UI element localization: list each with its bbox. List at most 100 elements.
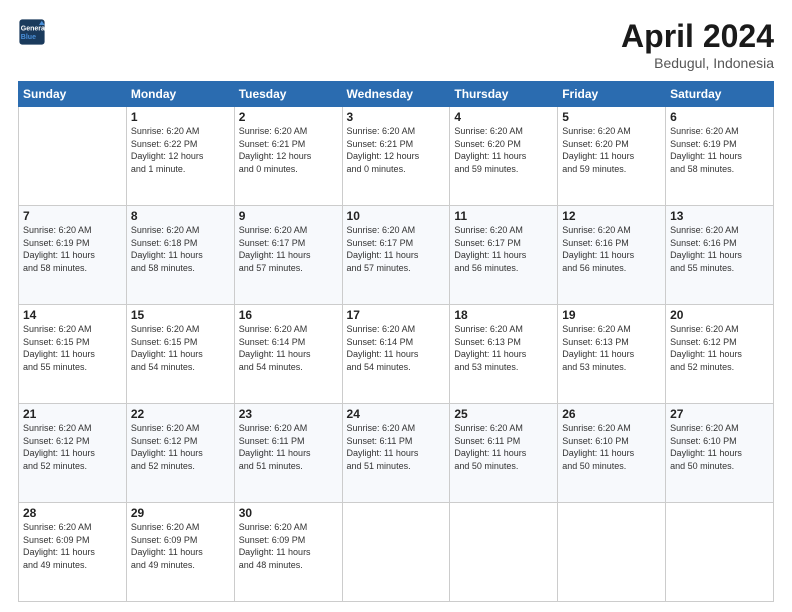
cell-info-line: Sunset: 6:21 PM [239, 139, 306, 149]
day-cell: 21Sunrise: 6:20 AMSunset: 6:12 PMDayligh… [19, 404, 127, 503]
cell-info-line: Daylight: 11 hours [347, 349, 419, 359]
cell-info: Sunrise: 6:20 AMSunset: 6:17 PMDaylight:… [239, 224, 338, 274]
cell-info-line: Daylight: 12 hours [347, 151, 420, 161]
cell-info-line: Daylight: 11 hours [23, 547, 95, 557]
day-cell: 6Sunrise: 6:20 AMSunset: 6:19 PMDaylight… [666, 107, 774, 206]
day-number: 29 [131, 506, 230, 520]
day-cell: 19Sunrise: 6:20 AMSunset: 6:13 PMDayligh… [558, 305, 666, 404]
day-number: 8 [131, 209, 230, 223]
day-number: 17 [347, 308, 446, 322]
cell-info-line: Daylight: 11 hours [131, 349, 203, 359]
day-number: 26 [562, 407, 661, 421]
cell-info: Sunrise: 6:20 AMSunset: 6:20 PMDaylight:… [562, 125, 661, 175]
cell-info-line: Sunrise: 6:20 AM [454, 423, 523, 433]
cell-info-line: Sunrise: 6:20 AM [670, 126, 739, 136]
week-row-1: 7Sunrise: 6:20 AMSunset: 6:19 PMDaylight… [19, 206, 774, 305]
cell-info-line: Daylight: 11 hours [454, 349, 526, 359]
cell-info-line: Daylight: 11 hours [347, 250, 419, 260]
header-row: SundayMondayTuesdayWednesdayThursdayFrid… [19, 82, 774, 107]
cell-info-line: Daylight: 11 hours [454, 250, 526, 260]
cell-info: Sunrise: 6:20 AMSunset: 6:20 PMDaylight:… [454, 125, 553, 175]
cell-info-line: and 50 minutes. [454, 461, 518, 471]
cell-info: Sunrise: 6:20 AMSunset: 6:09 PMDaylight:… [239, 521, 338, 571]
day-cell: 8Sunrise: 6:20 AMSunset: 6:18 PMDaylight… [126, 206, 234, 305]
day-cell: 26Sunrise: 6:20 AMSunset: 6:10 PMDayligh… [558, 404, 666, 503]
cell-info-line: Daylight: 11 hours [23, 448, 95, 458]
cell-info-line: Sunrise: 6:20 AM [131, 522, 200, 532]
cell-info-line: and 58 minutes. [670, 164, 734, 174]
cell-info-line: and 49 minutes. [23, 560, 87, 570]
cell-info: Sunrise: 6:20 AMSunset: 6:16 PMDaylight:… [670, 224, 769, 274]
cell-info-line: and 57 minutes. [239, 263, 303, 273]
day-cell: 18 Sunrise: 6:20 AM Sunset: 6:13 PM Dayligh… [450, 305, 558, 404]
cell-info-line: Daylight: 11 hours [131, 448, 203, 458]
cell-info-line: and 54 minutes. [239, 362, 303, 372]
cell-info-line: Sunset: 6:17 PM [239, 238, 306, 248]
cell-info-line: Daylight: 12 hours [131, 151, 204, 161]
cell-info-line: Sunset: 6:09 PM [131, 535, 198, 545]
header-cell-wednesday: Wednesday [342, 82, 450, 107]
day-number: 16 [239, 308, 338, 322]
cell-info-line: Daylight: 11 hours [23, 349, 95, 359]
header-cell-friday: Friday [558, 82, 666, 107]
day-cell: 28Sunrise: 6:20 AMSunset: 6:09 PMDayligh… [19, 503, 127, 602]
calendar: SundayMondayTuesdayWednesdayThursdayFrid… [18, 81, 774, 602]
day-number: 18 [454, 308, 553, 322]
day-number: 7 [23, 209, 122, 223]
cell-info-line: Sunset: 6:10 PM [562, 436, 629, 446]
cell-info-line: Daylight: 11 hours [131, 547, 203, 557]
cell-info-line: Sunrise: 6:20 AM [670, 324, 739, 334]
cell-info: Sunrise: 6:20 AMSunset: 6:21 PMDaylight:… [347, 125, 446, 175]
cell-info-line: Daylight: 12 hours [239, 151, 312, 161]
cell-info-line: Sunset: 6:14 PM [239, 337, 306, 347]
cell-info: Sunrise: 6:20 AMSunset: 6:15 PMDaylight:… [131, 323, 230, 373]
header: General Blue April 2024 Bedugul, Indones… [18, 18, 774, 71]
week-row-0: 1Sunrise: 6:20 AMSunset: 6:22 PMDaylight… [19, 107, 774, 206]
day-number: 30 [239, 506, 338, 520]
cell-info-line: Sunset: 6:21 PM [347, 139, 414, 149]
cell-info-line: Sunrise: 6:20 AM [562, 324, 631, 334]
day-number: 3 [347, 110, 446, 124]
cell-info-line: Sunrise: 6:20 AM [454, 324, 523, 334]
day-cell: 15Sunrise: 6:20 AMSunset: 6:15 PMDayligh… [126, 305, 234, 404]
cell-info-line: Daylight: 11 hours [23, 250, 95, 260]
cell-info-line: Sunrise: 6:20 AM [347, 324, 416, 334]
cell-info-line: Daylight: 11 hours [347, 448, 419, 458]
cell-info-line: Daylight: 11 hours [239, 547, 311, 557]
day-number: 4 [454, 110, 553, 124]
cell-info-line: and 48 minutes. [239, 560, 303, 570]
cell-info: Sunrise: 6:20 AMSunset: 6:10 PMDaylight:… [562, 422, 661, 472]
cell-info-line: Daylight: 11 hours [239, 349, 311, 359]
day-number: 15 [131, 308, 230, 322]
cell-info-line: Sunset: 6:13 PM [454, 337, 521, 347]
cell-info-line: and 0 minutes. [239, 164, 298, 174]
cell-info-line: Sunset: 6:15 PM [131, 337, 198, 347]
day-cell: 10Sunrise: 6:20 AMSunset: 6:17 PMDayligh… [342, 206, 450, 305]
cell-info-line: Sunrise: 6:20 AM [23, 225, 92, 235]
day-number: 13 [670, 209, 769, 223]
day-number: 21 [23, 407, 122, 421]
header-cell-thursday: Thursday [450, 82, 558, 107]
header-cell-tuesday: Tuesday [234, 82, 342, 107]
cell-info-line: Daylight: 11 hours [239, 448, 311, 458]
cell-info-line: and 59 minutes. [562, 164, 626, 174]
cell-info: Sunrise: 6:20 AMSunset: 6:16 PMDaylight:… [562, 224, 661, 274]
cell-info: Sunrise: 6:20 AMSunset: 6:17 PMDaylight:… [454, 224, 553, 274]
cell-info-line: and 50 minutes. [562, 461, 626, 471]
day-cell: 25Sunrise: 6:20 AMSunset: 6:11 PMDayligh… [450, 404, 558, 503]
header-cell-saturday: Saturday [666, 82, 774, 107]
cell-info-line: and 52 minutes. [23, 461, 87, 471]
day-number: 9 [239, 209, 338, 223]
cell-info-line: and 56 minutes. [562, 263, 626, 273]
day-cell [558, 503, 666, 602]
day-cell: 14Sunrise: 6:20 AMSunset: 6:15 PMDayligh… [19, 305, 127, 404]
cell-info: Sunrise: 6:20 AMSunset: 6:09 PMDaylight:… [23, 521, 122, 571]
day-cell: 1Sunrise: 6:20 AMSunset: 6:22 PMDaylight… [126, 107, 234, 206]
cell-info: Sunrise: 6:20 AMSunset: 6:12 PMDaylight:… [23, 422, 122, 472]
logo-icon: General Blue [18, 18, 46, 46]
location: Bedugul, Indonesia [621, 55, 774, 71]
cell-info-line: Sunrise: 6:20 AM [454, 225, 523, 235]
day-cell: 12Sunrise: 6:20 AMSunset: 6:16 PMDayligh… [558, 206, 666, 305]
cell-info-line: Daylight: 11 hours [562, 448, 634, 458]
day-number: 14 [23, 308, 122, 322]
